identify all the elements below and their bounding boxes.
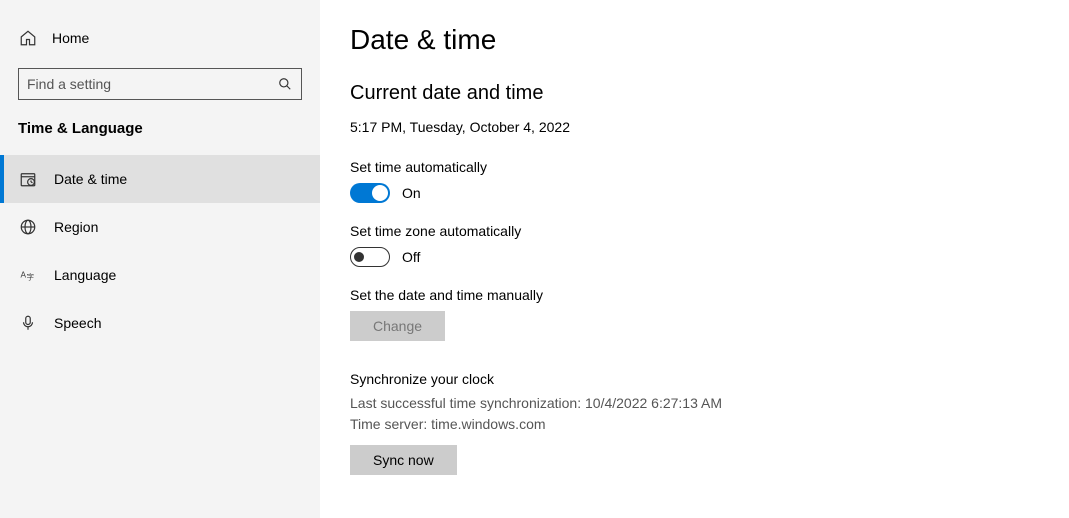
home-label: Home — [52, 30, 89, 46]
set-time-auto-toggle[interactable] — [350, 183, 390, 203]
nav-item-region[interactable]: Region — [0, 203, 320, 251]
current-dt-heading: Current date and time — [350, 82, 1039, 105]
sidebar: Home Time & Language Date & time — [0, 0, 320, 518]
search-container — [0, 68, 320, 114]
nav-list: Date & time Region A 字 Language — [0, 155, 320, 347]
home-icon — [18, 28, 38, 48]
set-tz-auto-row: Off — [350, 247, 1039, 267]
sync-server: Time server: time.windows.com — [350, 414, 1039, 435]
sync-last: Last successful time synchronization: 10… — [350, 393, 1039, 414]
manual-block: Set the date and time manually Change — [350, 287, 1039, 341]
microphone-icon — [18, 313, 38, 333]
set-time-auto-row: On — [350, 183, 1039, 203]
sync-title: Synchronize your clock — [350, 371, 1039, 387]
search-icon — [277, 76, 293, 92]
search-box[interactable] — [18, 68, 302, 100]
set-time-auto-state: On — [402, 185, 421, 201]
current-dt-value: 5:17 PM, Tuesday, October 4, 2022 — [350, 119, 1039, 135]
set-tz-auto-block: Set time zone automatically Off — [350, 223, 1039, 267]
svg-text:A: A — [21, 270, 27, 279]
set-tz-auto-label: Set time zone automatically — [350, 223, 1039, 239]
category-title: Time & Language — [0, 114, 320, 155]
globe-icon — [18, 217, 38, 237]
nav-item-label: Speech — [54, 315, 101, 331]
nav-item-label: Language — [54, 267, 116, 283]
set-tz-auto-state: Off — [402, 249, 420, 265]
manual-label: Set the date and time manually — [350, 287, 1039, 303]
nav-item-label: Date & time — [54, 171, 127, 187]
set-tz-auto-toggle[interactable] — [350, 247, 390, 267]
set-time-auto-block: Set time automatically On — [350, 159, 1039, 203]
page-title: Date & time — [350, 24, 1039, 56]
set-time-auto-label: Set time automatically — [350, 159, 1039, 175]
main-content: Date & time Current date and time 5:17 P… — [320, 0, 1069, 518]
language-icon: A 字 — [18, 265, 38, 285]
nav-item-label: Region — [54, 219, 98, 235]
svg-text:字: 字 — [27, 272, 35, 282]
change-button[interactable]: Change — [350, 311, 445, 341]
nav-item-speech[interactable]: Speech — [0, 299, 320, 347]
sync-now-button[interactable]: Sync now — [350, 445, 457, 475]
sync-block: Synchronize your clock Last successful t… — [350, 371, 1039, 475]
home-link[interactable]: Home — [0, 20, 320, 56]
nav-item-date-time[interactable]: Date & time — [0, 155, 320, 203]
search-input[interactable] — [27, 76, 269, 92]
sync-info: Last successful time synchronization: 10… — [350, 393, 1039, 435]
nav-item-language[interactable]: A 字 Language — [0, 251, 320, 299]
clock-icon — [18, 169, 38, 189]
